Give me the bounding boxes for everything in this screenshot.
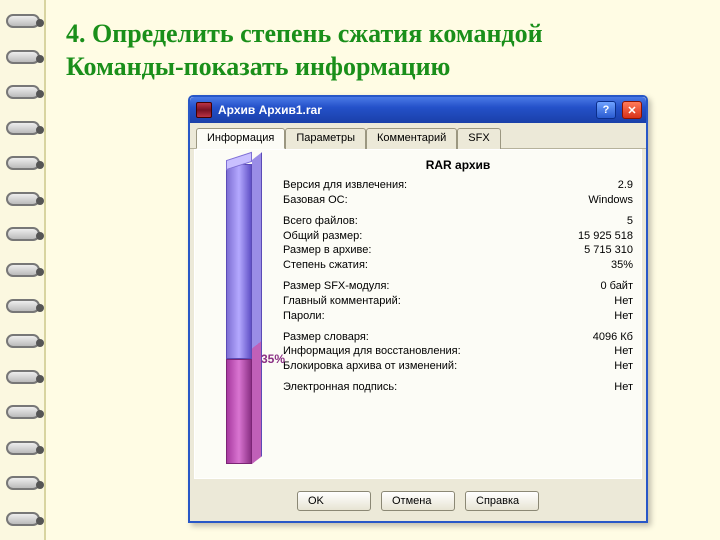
info-row: Всего файлов:5	[283, 214, 633, 229]
info-group-5: Электронная подпись:Нет	[283, 380, 633, 395]
info-row: Главный комментарий:Нет	[283, 294, 633, 309]
rar-icon	[196, 102, 212, 118]
info-panel: RAR архив Версия для извлечения:2.9 Базо…	[279, 156, 633, 470]
tab-pane: 35% RAR архив Версия для извлечения:2.9 …	[194, 149, 642, 479]
tab-row: Информация Параметры Комментарий SFX	[190, 123, 646, 149]
button-row: OK Отмена Справка	[190, 485, 646, 521]
archive-info-window: Архив Архив1.rar ? ✕ Информация Параметр…	[188, 95, 648, 523]
compression-bar	[226, 164, 252, 464]
close-icon[interactable]: ✕	[622, 101, 642, 119]
archive-type-heading: RAR архив	[283, 158, 633, 172]
info-row: Базовая ОС:Windows	[283, 193, 633, 208]
info-row: Блокировка архива от изменений:Нет	[283, 359, 633, 374]
info-row: Размер SFX-модуля:0 байт	[283, 279, 633, 294]
compression-percent-label: 35%	[261, 352, 285, 366]
tab-params[interactable]: Параметры	[285, 128, 366, 149]
info-row: Пароли:Нет	[283, 309, 633, 324]
compression-bar-column: 35%	[199, 156, 279, 470]
tab-info[interactable]: Информация	[196, 128, 285, 149]
info-row: Электронная подпись:Нет	[283, 380, 633, 395]
help-button-icon[interactable]: ?	[596, 101, 616, 119]
info-group-4: Размер словаря:4096 Кб Информация для во…	[283, 330, 633, 375]
info-row: Общий размер:15 925 518	[283, 229, 633, 244]
info-row: Версия для извлечения:2.9	[283, 178, 633, 193]
info-row: Информация для восстановления:Нет	[283, 344, 633, 359]
tab-comment[interactable]: Комментарий	[366, 128, 457, 149]
window-title: Архив Архив1.rar	[218, 103, 590, 117]
info-row: Размер в архиве:5 715 310	[283, 243, 633, 258]
tab-sfx[interactable]: SFX	[457, 128, 500, 149]
info-row: Степень сжатия:35%	[283, 258, 633, 273]
titlebar[interactable]: Архив Архив1.rar ? ✕	[190, 97, 646, 123]
ok-button[interactable]: OK	[297, 491, 371, 511]
help-button[interactable]: Справка	[465, 491, 539, 511]
info-group-2: Всего файлов:5 Общий размер:15 925 518 Р…	[283, 214, 633, 273]
info-group-3: Размер SFX-модуля:0 байт Главный коммент…	[283, 279, 633, 324]
info-row: Размер словаря:4096 Кб	[283, 330, 633, 345]
slide-title: 4. Определить степень сжатия командойКом…	[66, 18, 700, 83]
notebook-binding	[6, 0, 42, 540]
cancel-button[interactable]: Отмена	[381, 491, 455, 511]
info-group-1: Версия для извлечения:2.9 Базовая ОС:Win…	[283, 178, 633, 208]
